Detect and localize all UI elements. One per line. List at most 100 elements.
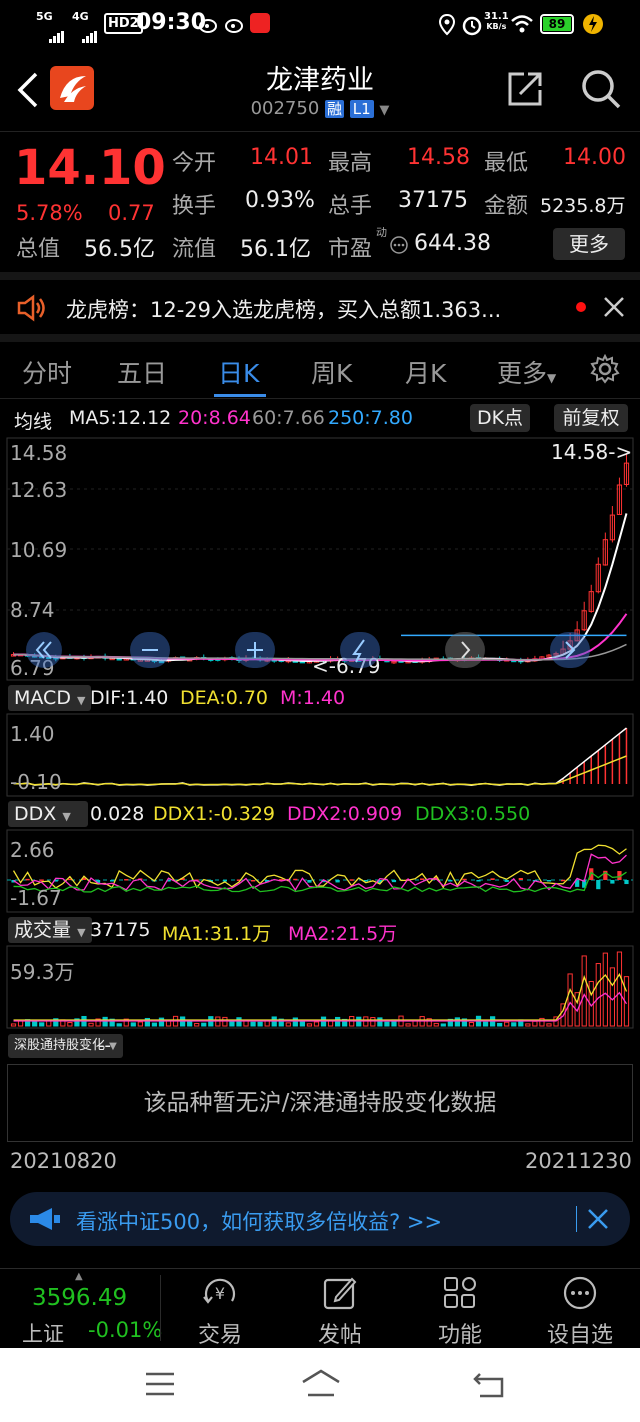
volume-bar <box>581 955 587 1027</box>
bottom-nav: ▲ 3596.49 上证 -0.01% ¥ 交易 发帖 功能 设自选 <box>0 1268 640 1348</box>
promo-banner[interactable]: 看涨中证500，如何获取多倍收益? >> <box>10 1192 630 1246</box>
location-icon <box>438 13 456 41</box>
close-icon[interactable] <box>586 1207 610 1235</box>
home-icon[interactable] <box>300 1368 342 1404</box>
volume-bar <box>250 1021 256 1027</box>
close-icon[interactable] <box>603 296 625 322</box>
ddx-bar <box>560 879 566 882</box>
low-value: 14.00 <box>563 145 626 170</box>
volume-bar <box>454 1017 461 1027</box>
index-value[interactable]: 3596.49 <box>32 1285 127 1311</box>
volume-bar <box>525 1023 531 1027</box>
search-icon[interactable] <box>580 68 622 114</box>
volume-bar <box>32 1021 38 1027</box>
pe-value: 644.38 <box>414 231 491 256</box>
tab-weekly-k[interactable]: 周K <box>311 354 352 390</box>
ddx-bar <box>110 880 115 882</box>
volume-selector[interactable]: 成交量 ▼ <box>8 917 92 943</box>
volume-bar <box>602 952 608 1027</box>
caret-down-icon: ▼ <box>77 694 86 707</box>
index-name[interactable]: 上证 <box>22 1318 64 1348</box>
ddx-selector[interactable]: DDX ▼ <box>8 801 88 827</box>
nav-trade-label: 交易 <box>197 1323 242 1348</box>
tab-daily-k[interactable]: 日K <box>218 354 259 390</box>
edit-icon <box>322 1275 358 1315</box>
ddx-top-tick: 2.66 <box>10 838 55 862</box>
y-tick: 14.58 <box>10 441 68 465</box>
nav-functions[interactable]: 功能 <box>420 1273 500 1349</box>
ddx-frame <box>6 829 634 913</box>
back-nav-icon[interactable] <box>472 1370 506 1404</box>
volume-ma2: MA2:21.5万 <box>288 923 398 945</box>
divider <box>160 1275 161 1341</box>
volume-bar <box>201 1022 207 1027</box>
menu-icon[interactable] <box>144 1370 176 1402</box>
tab-five-day[interactable]: 五日 <box>117 354 167 390</box>
tab-intraday[interactable]: 分时 <box>22 354 72 390</box>
charging-icon <box>582 12 604 41</box>
back-icon[interactable] <box>14 70 40 114</box>
more-button[interactable]: 更多 <box>553 228 625 260</box>
ddx-bar <box>39 879 44 881</box>
volume-bars <box>10 951 630 1027</box>
alarm-icon <box>461 14 483 41</box>
ddx-bar <box>307 880 312 883</box>
hk-connect-legend: 深股通持股变化 ▼ -- <box>0 1032 640 1060</box>
share-icon[interactable] <box>506 70 544 112</box>
nav-trade[interactable]: ¥ 交易 <box>180 1273 260 1349</box>
scroll-right-icon[interactable] <box>445 632 485 668</box>
hk-connect-empty-text: 该品种暂无沪/深港通持股变化数据 <box>143 1090 497 1116</box>
tab-more[interactable]: 更多▼ <box>497 354 556 390</box>
megaphone-icon <box>28 1206 62 1236</box>
expand-up-icon[interactable]: ▲ <box>75 1271 83 1282</box>
volume-bar <box>616 951 623 1027</box>
candles <box>10 453 630 664</box>
ma5-line <box>13 513 628 663</box>
promo-text[interactable]: 看涨中证500，如何获取多倍收益? >> <box>76 1206 442 1236</box>
latest-icon[interactable] <box>550 632 590 668</box>
news-text[interactable]: 龙虎榜：12-29入选龙虎榜，买入总额1.363... <box>66 294 501 324</box>
adjust-button[interactable]: 前复权 <box>554 404 628 432</box>
more-circle-icon <box>562 1275 598 1315</box>
stock-code-row: 002750 融 L1 ▼ <box>200 98 440 119</box>
volume-bar <box>236 1017 242 1027</box>
zoom-in-icon[interactable] <box>235 632 275 668</box>
kline-chart[interactable]: 14.58 12.63 10.69 8.74 6.79 14.58-> <-6.… <box>0 434 640 684</box>
more-dots-icon <box>389 235 409 259</box>
kline-svg <box>6 437 634 681</box>
hk-connect-value: -- <box>98 1035 111 1056</box>
macd-chart[interactable]: 1.40 -0.10 <box>0 712 640 798</box>
tab-monthly-k[interactable]: 月K <box>405 354 446 390</box>
total-cap-value: 56.5亿 <box>84 237 155 262</box>
volume-bar <box>384 1021 390 1027</box>
macd-selector[interactable]: MACD ▼ <box>8 685 92 711</box>
news-banner[interactable]: 龙虎榜：12-29入选龙虎榜，买入总额1.363... <box>0 280 640 334</box>
level-badge: L1 <box>349 100 374 118</box>
hk-connect-empty: 该品种暂无沪/深港通持股变化数据 <box>7 1064 633 1142</box>
volume-bar <box>194 1022 200 1027</box>
nav-watchlist[interactable]: 设自选 <box>538 1273 622 1349</box>
volume-bar <box>532 1020 538 1027</box>
net-speed-unit: KB/s <box>486 22 507 31</box>
dk-point-button[interactable]: DK点 <box>470 404 530 432</box>
scroll-left-icon[interactable] <box>26 632 62 668</box>
index-change[interactable]: -0.01% <box>88 1318 162 1342</box>
wifi-icon <box>510 14 534 39</box>
ddx-chart[interactable]: 2.66 -1.67 <box>0 828 640 914</box>
draw-line-icon[interactable] <box>340 632 380 668</box>
zoom-out-icon[interactable] <box>130 632 170 668</box>
ma-label[interactable]: 均线 <box>14 407 52 434</box>
open-label: 今开 <box>172 151 217 176</box>
chevron-down-icon[interactable]: ▼ <box>379 103 389 118</box>
macd-dif-line <box>13 727 627 786</box>
volume-bar <box>511 1022 517 1027</box>
gear-icon[interactable] <box>590 353 620 388</box>
volume-bar <box>405 1023 411 1027</box>
volume-chart[interactable]: 59.3万 <box>0 944 640 1030</box>
ddx-bar <box>391 880 397 883</box>
divider <box>0 272 640 280</box>
ddx-bar <box>25 878 30 881</box>
battery-level: 89 <box>543 17 571 31</box>
nav-post[interactable]: 发帖 <box>300 1273 380 1349</box>
ddx-bottom-tick: -1.67 <box>10 886 62 910</box>
